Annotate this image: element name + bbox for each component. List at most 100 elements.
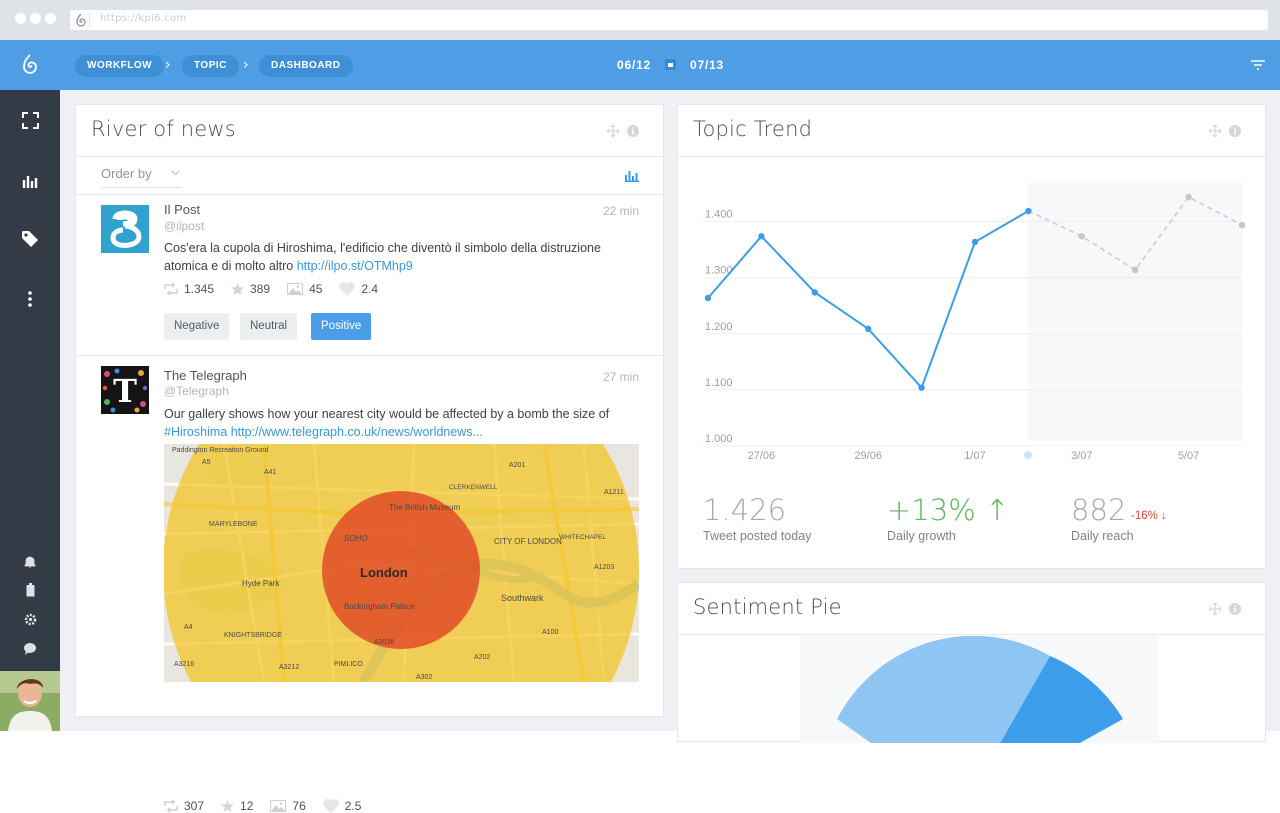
map-label: PIMLICO: [334, 661, 363, 668]
post-handle[interactable]: @ilpost: [164, 219, 204, 233]
news-post[interactable]: T The Telegraph @Telegraph 27 min Our ga…: [76, 356, 664, 813]
x-tick-label: 3/07: [1071, 450, 1092, 462]
move-icon[interactable]: [607, 125, 619, 137]
site-logo-icon: [72, 11, 90, 29]
order-by-dropdown[interactable]: Order by: [101, 166, 152, 181]
heart-icon[interactable]: [339, 282, 356, 296]
map-center-label: London: [360, 565, 408, 580]
breadcrumb-workflow[interactable]: WORKFLOW: [75, 55, 165, 77]
trend-line: [707, 210, 1029, 390]
info-icon[interactable]: [1229, 603, 1241, 615]
forecast-point[interactable]: [1132, 266, 1139, 274]
image-icon[interactable]: [287, 283, 304, 295]
retweet-icon[interactable]: [164, 283, 178, 295]
fullscreen-icon[interactable]: [20, 110, 40, 130]
user-avatar[interactable]: [0, 671, 60, 731]
post-handle[interactable]: @Telegraph: [164, 384, 229, 398]
forecast-point[interactable]: [1238, 221, 1246, 229]
favorite-count: 12: [240, 799, 254, 813]
news-post[interactable]: Il Post @ilpost 22 min Cos'era la cupola…: [76, 195, 664, 355]
river-of-news-card: River of news Order by Il Post @ilpost 2…: [75, 104, 664, 813]
date-from[interactable]: 06/12: [617, 58, 651, 72]
battery-icon[interactable]: [20, 580, 40, 600]
post-body: Our gallery shows how your nearest city …: [164, 407, 610, 421]
kpi-growth-value: +13% ↑: [887, 493, 1010, 527]
map-label: KNIGHTSBRIDGE: [224, 632, 282, 639]
post-author[interactable]: The Telegraph: [164, 368, 247, 383]
map-label: MARYLEBONE: [209, 521, 258, 528]
info-icon[interactable]: [627, 125, 639, 137]
trend-point[interactable]: [811, 289, 818, 296]
map-label: A41: [264, 469, 277, 476]
forecast-point[interactable]: [1185, 193, 1192, 201]
sentiment-pie-chart[interactable]: [678, 636, 1266, 743]
post-stats: 307 12 76 2.5: [164, 799, 378, 813]
trend-point[interactable]: [1025, 207, 1032, 215]
calendar-icon[interactable]: [665, 59, 676, 70]
window-close-dot[interactable]: [15, 13, 26, 24]
post-link[interactable]: http://www.telegraph.co.uk/news/worldnew…: [231, 425, 483, 439]
negative-button[interactable]: Negative: [164, 313, 230, 340]
chat-icon[interactable]: [20, 638, 40, 658]
trend-point[interactable]: [865, 325, 872, 333]
date-to[interactable]: 07/13: [690, 58, 724, 72]
map-label: WHITECHAPEL: [559, 534, 606, 541]
image-count: 45: [309, 282, 323, 296]
trend-point[interactable]: [971, 238, 979, 246]
window-maximize-dot[interactable]: [45, 13, 56, 24]
neutral-button[interactable]: Neutral: [240, 313, 298, 340]
kpi-reach-label: Daily reach: [1071, 529, 1134, 543]
browser-chrome: https://kpi6.com: [0, 0, 1280, 40]
map-label: A3216: [174, 661, 194, 668]
app-logo-icon[interactable]: [18, 53, 42, 77]
bar-chart-icon[interactable]: [625, 169, 639, 182]
kpi-growth-label: Daily growth: [887, 529, 956, 543]
favorite-count: 389: [250, 282, 271, 296]
trend-point[interactable]: [758, 233, 765, 240]
retweet-count: 307: [184, 799, 205, 813]
star-icon[interactable]: [231, 283, 245, 295]
star-icon[interactable]: [221, 800, 235, 812]
filter-icon[interactable]: [1250, 59, 1266, 71]
svg-text:T: T: [113, 372, 137, 410]
move-icon[interactable]: [1209, 603, 1221, 615]
settings-gear-icon[interactable]: [20, 609, 40, 629]
window-minimize-dot[interactable]: [30, 13, 41, 24]
url-text: https://kpi6.com: [100, 13, 187, 24]
heart-icon[interactable]: [323, 799, 339, 813]
map-label: A201: [509, 462, 525, 469]
image-count: 76: [292, 799, 306, 813]
info-icon[interactable]: [1229, 125, 1241, 137]
forecast-point[interactable]: [1078, 233, 1085, 240]
post-stats: 1.345 389 45 2.4: [164, 282, 395, 296]
chevron-down-icon[interactable]: [171, 168, 180, 177]
more-options-icon[interactable]: [20, 289, 40, 309]
breadcrumb-topic[interactable]: TOPIC: [182, 55, 239, 77]
topic-trend-card: Topic Trend 1.400 1.300 1.200 1.100 1.000 27…: [677, 104, 1266, 569]
retweet-icon[interactable]: [164, 800, 178, 812]
trend-chart[interactable]: 1.4001.3001.2001.1001.000 27/06 29/06 1/07…: [678, 165, 1266, 475]
trend-point[interactable]: [918, 384, 925, 391]
trend-point[interactable]: [704, 294, 712, 302]
map-image[interactable]: Paddington Recreation Ground The British…: [164, 444, 639, 682]
address-bar[interactable]: https://kpi6.com: [70, 10, 1268, 30]
post-link[interactable]: http://ilpo.st/OTMhp9: [297, 259, 413, 273]
map-label: A4: [184, 624, 193, 631]
post-text: Cos'era la cupola di Hiroshima, l'edific…: [164, 239, 644, 275]
tag-icon[interactable]: [20, 229, 40, 249]
order-by-underline: [101, 187, 181, 188]
image-icon[interactable]: [270, 800, 287, 812]
chart-icon[interactable]: [20, 170, 40, 190]
map-label: The British Museum: [389, 503, 460, 512]
breadcrumb-dashboard[interactable]: DASHBOARD: [259, 55, 353, 77]
river-header: River of news: [76, 105, 663, 157]
post-hashtag[interactable]: #Hiroshima: [164, 425, 227, 439]
pie-title: Sentiment Pie: [693, 595, 842, 619]
pie-header: Sentiment Pie: [678, 583, 1265, 635]
kpi-reach-delta: -16% ↓: [1131, 510, 1167, 522]
map-label: Hyde Park: [242, 579, 280, 588]
move-icon[interactable]: [1209, 125, 1221, 137]
positive-button[interactable]: Positive: [311, 313, 372, 340]
post-author[interactable]: Il Post: [164, 202, 200, 217]
bell-icon[interactable]: [20, 551, 40, 571]
